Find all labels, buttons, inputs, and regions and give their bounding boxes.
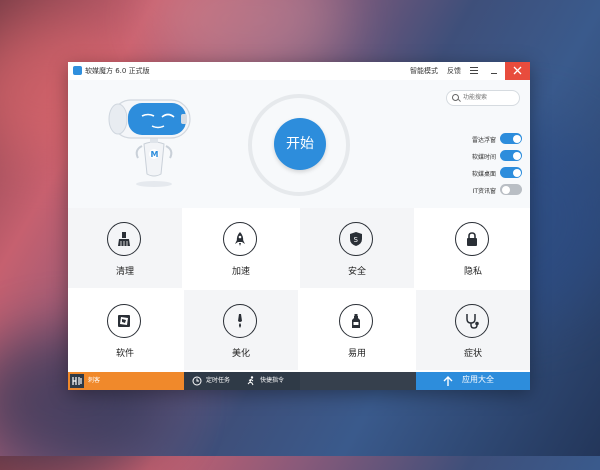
clock-icon [192,376,202,386]
tile-privacy[interactable]: 隐私 [416,208,530,288]
start-button[interactable]: 开始 [274,118,326,170]
scheduled-task-label: 定时任务 [206,377,231,384]
tile-ease-of-use[interactable]: 易用 [300,290,414,370]
aperture-icon [107,304,141,338]
tile-security[interactable]: S 安全 [300,208,414,288]
tile-label: 易用 [347,349,366,359]
toggle-list: 雷达浮窗 软媒时间 软媒桌面 IT资讯窗 [456,132,522,200]
news-toggle[interactable] [500,184,522,195]
bottom-spacer [300,372,416,390]
close-icon [513,66,522,75]
lock-icon [455,222,489,256]
broom-icon [107,222,141,256]
tile-label: 症状 [463,349,482,359]
tile-clean[interactable]: 清理 [68,208,182,288]
tile-label: 清理 [115,267,134,277]
app-window: 软媒魔方 6.0 正式版 智能模式 反馈 M 功能搜索 开始 雷达浮窗 软媒时间… [68,62,530,390]
brush-icon [223,304,257,338]
smart-mode-button[interactable]: 智能模式 [410,66,438,76]
tile-symptoms[interactable]: 症状 [416,290,530,370]
feedback-button[interactable]: 反馈 [447,66,461,76]
svg-text:S: S [354,236,359,244]
title-bar: 软媒魔方 6.0 正式版 智能模式 反馈 [68,62,530,80]
app-center-label: 应用大全 [462,375,494,384]
arrow-up-icon [443,376,453,386]
tile-speedup[interactable]: 加速 [184,208,298,288]
quick-command-label: 快捷指令 [260,377,285,384]
tile-software[interactable]: 软件 [68,290,182,370]
radar-toggle[interactable] [500,133,522,144]
bottom-bar: 刺客 定时任务 快捷指令 应用大全 [68,372,530,390]
tile-label: 加速 [231,267,250,277]
search-icon [452,94,459,101]
news-ticker[interactable]: 刺客 [68,372,184,390]
time-toggle[interactable] [500,150,522,161]
bottle-icon [339,304,373,338]
toggle-label: 雷达浮窗 [471,137,496,144]
toggle-row-radar: 雷达浮窗 [456,132,522,149]
mascot-robot-image: M [108,99,191,187]
quick-command-button[interactable]: 快捷指令 [242,372,300,390]
toggle-label: 软媒桌面 [471,171,496,178]
toggle-row-news: IT资讯窗 [456,183,522,200]
app-logo-icon [73,66,82,75]
tile-label: 安全 [347,267,366,277]
close-button[interactable] [505,62,530,80]
toggle-row-desktop: 软媒桌面 [456,166,522,183]
tile-label: 隐私 [463,267,482,277]
desktop-toggle[interactable] [500,167,522,178]
toggle-label: 软媒时间 [471,154,496,161]
news-logo-icon [70,374,84,388]
tile-label: 软件 [115,349,134,359]
function-grid: 清理 加速 S 安全 隐私 软件 美化 易用 症状 [68,208,530,372]
rocket-icon [223,222,257,256]
toggle-label: IT资讯窗 [472,188,496,195]
shield-icon: S [339,222,373,256]
minimize-icon[interactable] [488,65,500,77]
menu-icon[interactable] [470,67,478,74]
svg-text:M: M [151,150,159,159]
stethoscope-icon [455,304,489,338]
search-input[interactable] [463,92,513,103]
app-center-button[interactable]: 应用大全 [416,372,530,390]
top-panel: M 开始 雷达浮窗 软媒时间 [68,80,530,208]
search-box[interactable] [446,90,520,106]
running-man-icon [247,376,254,386]
tile-beautify[interactable]: 美化 [184,290,298,370]
toggle-row-time: 软媒时间 [456,149,522,166]
tile-label: 美化 [231,349,250,359]
news-text: 刺客 [88,377,101,384]
window-title: 软媒魔方 6.0 正式版 [85,67,150,75]
